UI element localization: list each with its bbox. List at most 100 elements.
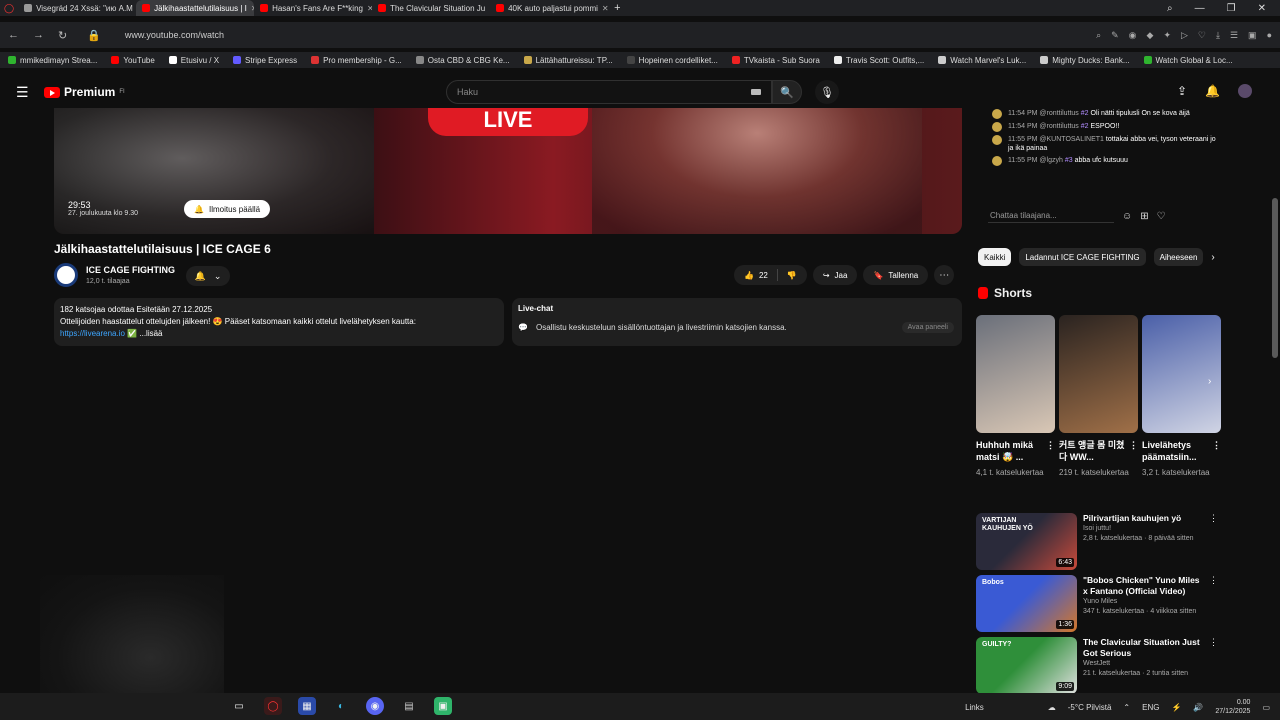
new-tab-button[interactable]: + [608,2,626,14]
browser-tab[interactable]: Visegrád 24 Xssä: "ию А.М✕ [18,0,136,16]
chevron-right-icon[interactable]: › [1208,376,1224,396]
notify-button[interactable]: 🔔 Ilmoitus päällä [184,200,271,218]
minimize-icon[interactable]: — [1195,3,1205,14]
search-icon[interactable]: ⌕ [1096,30,1101,41]
video-title[interactable]: "Bobos Chicken" Yuno Miles x Fantano (Of… [1083,575,1206,597]
more-dots-icon[interactable]: ⋮ [1209,575,1218,586]
more-actions-button[interactable]: ⋯ [934,265,955,285]
bookmark-item[interactable]: Watch Global & Loc... [1143,56,1233,65]
notifications-icon[interactable]: ▭ [1262,703,1270,712]
super-chat-icon[interactable]: ⊞ [1140,211,1148,222]
more-dots-icon[interactable]: ⋮ [1046,439,1055,451]
youtube-logo[interactable]: Premium FI [44,85,125,99]
video-thumbnail[interactable]: VARTIJAN KAUHUJEN YÖ 6:43 [976,513,1077,570]
profile-icon[interactable]: ● [1267,30,1272,41]
volume-icon[interactable]: 🔊 [1193,703,1203,712]
open-panel-button[interactable]: Avaa paneeli [901,322,954,333]
search-tabs-icon[interactable]: ⌕ [1167,3,1173,14]
keyboard-icon[interactable] [751,89,761,95]
links-label[interactable]: Links [965,703,984,712]
discord-icon[interactable]: ◉ [366,697,384,715]
chat-user[interactable]: @KUNTOSALINET1 [1039,136,1104,143]
close-icon[interactable]: ✕ [1258,3,1266,14]
browser-tab[interactable]: Jälkihaastattelutilaisuus | I✕ [136,0,255,16]
back-icon[interactable]: ← [8,29,19,41]
chevron-up-icon[interactable]: ⌃ [1123,703,1130,712]
maximize-icon[interactable]: ❐ [1227,3,1236,14]
video-thumbnail[interactable]: GUILTY? 9:09 [976,637,1077,694]
avatar[interactable] [1238,84,1252,98]
filter-chip[interactable]: Ladannut ICE CAGE FIGHTING [1019,248,1146,266]
browser-tab[interactable]: The Clavicular Situation Ju✕ [372,0,490,16]
network-icon[interactable]: ⚡ [1171,703,1181,712]
heart-icon[interactable]: ♡ [1198,30,1206,41]
chevron-right-icon[interactable]: › [1211,252,1214,263]
search-box[interactable] [446,80,772,104]
emoji-icon[interactable]: ☺ [1122,211,1132,222]
video-channel[interactable]: Isoi juttu! [1083,524,1206,534]
chat-user[interactable]: @lgzyh [1039,157,1062,164]
video-description[interactable]: 182 katsojaa odottaa Esitetään 27.12.202… [54,298,504,346]
video-title[interactable]: Pilrivartijan kauhujen yö [1083,513,1206,524]
more-dots-icon[interactable]: ⋮ [1209,637,1218,648]
share-button[interactable]: ↪ Jaa [812,265,858,285]
scrollbar[interactable] [1272,108,1278,693]
recommended-video[interactable]: Bobos 1:36 "Bobos Chicken" Yuno Miles x Fa… [976,575,1220,632]
search-input[interactable] [457,87,737,97]
short-thumbnail[interactable] [1142,315,1221,433]
opera-logo-icon[interactable]: ◯ [0,3,18,14]
short-title[interactable]: 커트 앵글 몸 미쳤다 WW... [1059,440,1124,462]
bookmark-item[interactable]: Hopeinen cordelliket... [626,56,718,65]
browser-tab[interactable]: Hasan's Fans Are F**king ✕ [254,0,372,16]
short-title[interactable]: Huhhuh mikä matsi 🤯 ... [976,440,1033,462]
notifications-bell-icon[interactable]: 🔔 [1205,84,1220,98]
bookmark-item[interactable]: Pro membership - G... [311,56,402,65]
reload-icon[interactable]: ↻ [58,29,67,42]
channel-avatar[interactable] [54,263,78,287]
short-title[interactable]: Livelähetys päämatsiin... [1142,440,1197,462]
upload-icon[interactable]: ⇪ [1177,84,1187,98]
clock[interactable]: 0.00 27/12/2025 [1215,698,1250,716]
hamburger-menu-icon[interactable]: ☰ [16,84,29,101]
bookmark-item[interactable]: Watch Marvel's Luk... [938,56,1026,65]
tab-close-icon[interactable]: ✕ [602,4,608,13]
video-title[interactable]: The Clavicular Situation Just Got Seriou… [1083,637,1206,659]
download-icon[interactable]: ⤓ [1216,30,1220,41]
scrollbar-thumb[interactable] [1272,198,1278,358]
subscription-bell-button[interactable]: 🔔 ⌄ [186,266,230,286]
filter-chip[interactable]: Kaikki [978,248,1012,266]
bookmark-item[interactable]: Stripe Express [233,56,297,65]
short-item[interactable]: 커트 앵글 몸 미쳤다 WW... ⋮ 219 t. katselukertaa [1059,315,1138,478]
video-channel[interactable]: Yuno Miles [1083,597,1206,607]
recommended-video[interactable]: GUILTY? 9:09 The Clavicular Situation Just… [976,637,1220,694]
bookmark-item[interactable]: Travis Scott: Outfits,... [833,56,924,65]
thumbs-down-icon[interactable]: 👎 [787,271,797,280]
edge-icon[interactable]: ◐ [332,697,350,715]
camera-icon[interactable]: ◉ [1129,30,1137,41]
photoshop-icon[interactable]: ▦ [298,697,316,715]
like-button[interactable]: 👍 22 👎 [734,265,807,285]
heart-icon[interactable]: ♡ [1157,211,1166,222]
recommended-video[interactable]: VARTIJAN KAUHUJEN YÖ 6:43 Pilrivartijan ka… [976,513,1220,570]
bookmark-item[interactable]: YouTube [111,56,155,65]
bookmark-item[interactable]: Osta CBD & CBG Ke... [415,56,510,65]
voice-search-button[interactable]: 🎙 [815,80,839,104]
bookmark-item[interactable]: mmikedimayn Strea... [8,56,97,65]
description-link[interactable]: https://livearena.io [60,329,125,338]
bookmark-item[interactable]: Etusivu / X [168,56,219,65]
bookmark-item[interactable]: Lättähattureissu: TP... [523,56,613,65]
short-thumbnail[interactable] [976,315,1055,433]
chat-user[interactable]: @ronttiluttus [1039,123,1078,130]
url-field[interactable]: www.youtube.com/watch [125,30,224,40]
bookmark-item[interactable]: TVkaista - Sub Suora [731,56,820,65]
chat-input[interactable] [988,209,1114,223]
short-item[interactable]: Huhhuh mikä matsi 🤯 ... ⋮ 4,1 t. katseluke… [976,315,1055,478]
short-item[interactable]: Livelähetys päämatsiin... ⋮ 3,2 t. katselu… [1142,315,1221,478]
more-dots-icon[interactable]: ⋮ [1129,439,1138,451]
file-explorer-icon[interactable]: ▤ [400,697,418,715]
wallet-icon[interactable]: ▣ [1248,30,1257,41]
chat-user[interactable]: @ronttiluttus [1039,110,1078,117]
browser-tab[interactable]: 40K auto paljastui pommi ✕ [490,0,608,16]
short-thumbnail[interactable] [1059,315,1138,433]
save-button[interactable]: 🔖 Tallenna [863,265,929,285]
